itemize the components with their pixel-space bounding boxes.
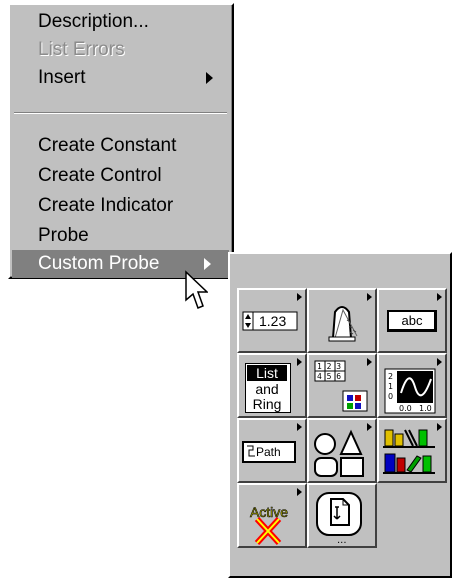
- menu-item-label: Create Indicator: [38, 195, 174, 216]
- menu-item-description[interactable]: Description...: [12, 8, 229, 36]
- custom-probe-palette: 1.23 abc List and Ring 1 2 3 4 5 6 2 1 0…: [228, 252, 452, 578]
- palette-tile-decorations[interactable]: [307, 418, 377, 483]
- palette-tile-boolean[interactable]: [307, 288, 377, 353]
- menu-item-create-constant[interactable]: Create Constant: [12, 132, 229, 160]
- and-label: and: [255, 381, 279, 397]
- menu-item-label: Insert: [38, 67, 86, 88]
- palette-tile-array-cluster[interactable]: 1 2 3 4 5 6: [307, 353, 377, 418]
- graph-tick-label: 0: [388, 392, 393, 401]
- palette-grid: 1.23 abc List and Ring 1 2 3 4 5 6 2 1 0…: [237, 288, 447, 548]
- palette-tile-path[interactable]: Path: [237, 418, 307, 483]
- palette-tile-list-ring[interactable]: List and Ring: [237, 353, 307, 418]
- graph-tick-label: 1: [388, 382, 393, 391]
- numeric-label: 1.23: [259, 313, 287, 329]
- menu-item-create-indicator[interactable]: Create Indicator: [12, 192, 229, 220]
- path-label: Path: [256, 445, 281, 459]
- ring-label: Ring: [252, 396, 282, 412]
- submenu-arrow-icon: [204, 258, 211, 270]
- menu-item-label: Custom Probe: [38, 253, 160, 274]
- svg-text:4 5 6: 4 5 6: [317, 372, 341, 381]
- menu-item-label: List Errors: [38, 39, 125, 60]
- menu-item-probe[interactable]: Probe: [12, 222, 229, 250]
- palette-tile-string[interactable]: abc: [377, 288, 447, 353]
- menu-item-label: Create Control: [38, 165, 162, 186]
- boolean-light-icon: [328, 306, 358, 342]
- svg-text:1 2 3: 1 2 3: [317, 362, 341, 371]
- activex-label: Active: [249, 504, 289, 520]
- select-vi-icon: ...: [316, 492, 362, 546]
- graph-tick-label: 0.0: [399, 404, 412, 413]
- menu-item-insert[interactable]: Insert: [12, 64, 229, 92]
- list-label: List: [247, 365, 287, 381]
- palette-tile-classic[interactable]: [377, 418, 447, 483]
- palette-tile-select[interactable]: ...: [307, 483, 377, 548]
- graph-tick-label: 1.0: [419, 404, 432, 413]
- graph-tick-label: 2: [388, 372, 393, 381]
- palette-empty-cell: [377, 483, 447, 548]
- menu-item-label: Create Constant: [38, 135, 177, 156]
- menu-item-label: Probe: [38, 225, 89, 246]
- svg-text:...: ...: [337, 535, 347, 546]
- context-menu: Description... List Errors Insert Create…: [8, 3, 234, 279]
- menu-separator: [14, 112, 227, 114]
- graph-icon: 2 1 0 0.0 1.0: [384, 368, 436, 414]
- submenu-arrow-icon: [206, 72, 213, 84]
- array-cluster-icon: 1 2 3 4 5 6: [314, 360, 368, 412]
- palette-tile-numeric[interactable]: 1.23: [237, 288, 307, 353]
- menu-item-label: Description...: [38, 11, 149, 32]
- classic-controls-icon: [383, 429, 435, 474]
- palette-tile-graph[interactable]: 2 1 0 0.0 1.0: [377, 353, 447, 418]
- submenu-arrow-icon: [297, 358, 302, 366]
- menu-item-create-control[interactable]: Create Control: [12, 162, 229, 190]
- decorations-icon: [314, 429, 364, 477]
- string-label: abc: [401, 313, 423, 328]
- palette-tile-activex[interactable]: Active: [237, 483, 307, 548]
- mouse-pointer-icon: [185, 270, 208, 309]
- menu-item-list-errors: List Errors: [12, 36, 229, 64]
